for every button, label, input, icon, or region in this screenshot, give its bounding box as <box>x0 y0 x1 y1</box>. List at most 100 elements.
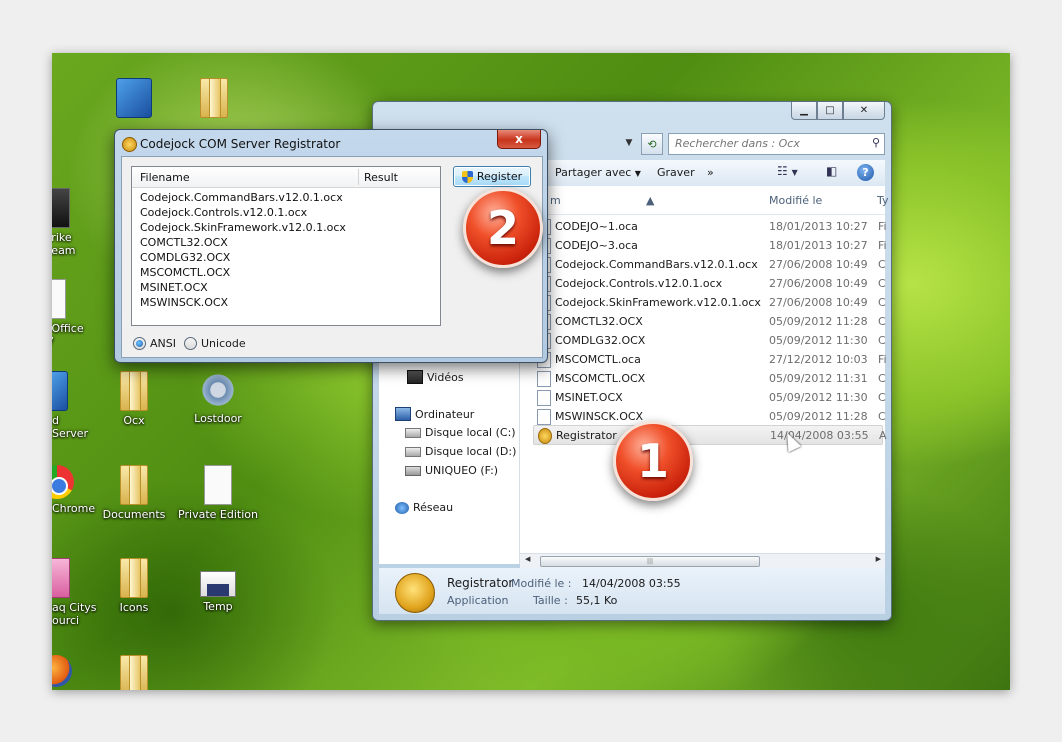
document-icon <box>204 465 232 505</box>
desktop-icon-office[interactable]: ft Office 07 <box>52 279 92 348</box>
listview-item[interactable]: COMCTL32.OCX <box>140 236 228 249</box>
file-row[interactable]: MSCOMCTL.oca 27/12/2012 10:03 Fi <box>533 350 887 368</box>
file-name: CODEJO~1.oca <box>555 220 638 233</box>
nav-item-usb[interactable]: UNIQUEO (F:) <box>405 464 498 477</box>
scroll-left-icon[interactable]: ◀ <box>525 555 530 563</box>
nav-item-network[interactable]: Réseau <box>395 501 453 514</box>
refresh-button[interactable]: ⟲ <box>641 133 663 155</box>
desktop-icon-game[interactable]: aq Citys ourci <box>52 558 97 627</box>
desktop-icon-private-edition[interactable]: Private Edition <box>178 465 258 521</box>
nav-item-disk-c[interactable]: Disque local (C:) <box>405 426 516 439</box>
burn-button[interactable]: Graver <box>657 166 695 179</box>
radio-label: Unicode <box>201 337 246 350</box>
close-icon: x <box>515 132 523 146</box>
desktop-icon-server[interactable]: d Server <box>52 371 92 440</box>
desktop-icon-label: aq Citys ourci <box>52 601 97 627</box>
desktop-icon-steam[interactable]: Strike Steam <box>52 188 92 257</box>
radio-ansi[interactable]: ANSI <box>133 337 176 350</box>
radio-unicode[interactable]: Unicode <box>184 337 246 350</box>
file-date: 05/09/2012 11:28 <box>769 410 868 423</box>
nav-item-computer[interactable]: Ordinateur <box>395 407 474 421</box>
file-row-registrator[interactable]: Registrator 14/04/2008 03:55 A <box>533 425 887 445</box>
nav-item-label: Disque local (D:) <box>425 445 517 458</box>
horizontal-scrollbar[interactable]: ◀ ||| ▶ <box>520 553 885 568</box>
listview-header: Filename Result <box>132 167 440 188</box>
listview-item[interactable]: MSINET.OCX <box>140 281 208 294</box>
desktop-icon-folder-bottom[interactable] <box>94 655 174 690</box>
scrollbar-thumb[interactable]: ||| <box>540 556 760 567</box>
column-header-result[interactable]: Result <box>364 171 398 184</box>
desktop-icon-chrome[interactable]: Chrome <box>52 465 95 515</box>
listview-item[interactable]: Codejock.SkinFramework.v12.0.1.ocx <box>140 221 346 234</box>
desktop-icon-folder-top[interactable] <box>174 78 254 121</box>
file-type: Fi <box>878 353 887 366</box>
desktop-icon-icons[interactable]: Icons <box>94 558 174 614</box>
desktop-icon-label: Temp <box>203 600 233 613</box>
column-header-filename[interactable]: Filename <box>140 171 190 184</box>
file-row[interactable]: COMCTL32.OCX 05/09/2012 11:28 C <box>533 312 886 330</box>
file-row[interactable]: CODEJO~3.oca 18/01/2013 10:27 Fi <box>533 236 887 254</box>
desktop-icon-firefox[interactable] <box>52 655 92 690</box>
help-icon: ? <box>862 166 869 179</box>
listview-item[interactable]: MSWINSCK.OCX <box>140 296 228 309</box>
dialog-close-button[interactable]: x <box>497 130 541 149</box>
file-name: Registrator <box>556 429 617 442</box>
file-row[interactable]: MSINET.OCX 05/09/2012 11:30 C <box>533 388 886 406</box>
listview-item[interactable]: Codejock.Controls.v12.0.1.ocx <box>140 206 307 219</box>
minimize-button[interactable]: ▁ <box>791 102 817 120</box>
view-list-icon: ☷ <box>777 164 788 178</box>
file-date: 05/09/2012 11:28 <box>769 315 868 328</box>
file-row[interactable]: Codejock.Controls.v12.0.1.ocx 27/06/2008 … <box>533 274 886 292</box>
nav-item-videos[interactable]: Vidéos <box>407 370 464 384</box>
details-file-kind: Application <box>447 594 509 607</box>
file-row[interactable]: Codejock.CommandBars.v12.0.1.ocx 27/06/20… <box>533 255 886 273</box>
search-icon[interactable]: ⚲ <box>872 136 880 149</box>
column-divider[interactable] <box>358 169 359 185</box>
more-commands-button[interactable]: » <box>707 166 714 179</box>
file-row[interactable]: COMDLG32.OCX 05/09/2012 11:30 C <box>533 331 886 349</box>
desktop-icon-documents[interactable]: Documents <box>94 465 174 521</box>
file-type: Fi <box>878 220 887 233</box>
share-with-menu[interactable]: Partager avec ▼ <box>555 166 641 179</box>
file-row[interactable]: Codejock.SkinFramework.v12.0.1.ocx 27/06/… <box>533 293 886 311</box>
listview-item[interactable]: COMDLG32.OCX <box>140 251 230 264</box>
file-name: Codejock.SkinFramework.v12.0.1.ocx <box>555 296 761 309</box>
file-name: MSWINSCK.OCX <box>555 410 644 423</box>
details-modified-label: Modifié le : <box>511 577 572 590</box>
desktop-icon-label: Ocx <box>123 414 145 427</box>
close-button[interactable]: ✕ <box>843 102 885 120</box>
column-header-type[interactable]: Ty <box>877 194 889 207</box>
maximize-button[interactable]: □ <box>817 102 843 120</box>
file-type: A <box>879 429 887 442</box>
desktop-icon-ocx[interactable]: Ocx <box>94 371 174 427</box>
desktop-icon-lostdoor[interactable]: Lostdoor <box>178 371 258 425</box>
search-input[interactable] <box>669 134 866 152</box>
files-listview[interactable]: Filename Result Codejock.CommandBars.v12… <box>131 166 441 326</box>
server-icon <box>52 371 68 411</box>
help-button[interactable]: ? <box>857 164 874 181</box>
dialog-title: Codejock COM Server Registrator <box>140 137 341 151</box>
scroll-right-icon[interactable]: ▶ <box>876 555 881 563</box>
column-header-name[interactable]: m <box>550 194 561 207</box>
file-date: 27/12/2012 10:03 <box>769 353 868 366</box>
register-button[interactable]: Register <box>453 166 531 187</box>
desktop-icon-top-shortcut[interactable] <box>94 78 174 121</box>
preview-pane-button[interactable]: ◧ <box>826 164 837 178</box>
radio-unselected-icon <box>184 337 197 350</box>
nav-item-label: Réseau <box>413 501 454 514</box>
sort-up-icon: ▲ <box>646 194 655 207</box>
listview-item[interactable]: MSCOMCTL.OCX <box>140 266 230 279</box>
column-header-modified[interactable]: Modifié le <box>769 194 822 207</box>
file-row[interactable]: MSCOMCTL.OCX 05/09/2012 11:31 C <box>533 369 886 387</box>
nav-item-disk-d[interactable]: Disque local (D:) <box>405 445 516 458</box>
desktop-icon-temp[interactable]: Temp <box>178 571 258 613</box>
file-row[interactable]: MSWINSCK.OCX 05/09/2012 11:28 C <box>533 407 886 425</box>
address-dropdown-button[interactable]: ▼ <box>621 134 637 152</box>
details-modified-value: 14/04/2008 03:55 <box>582 577 681 590</box>
listview-item[interactable]: Codejock.CommandBars.v12.0.1.ocx <box>140 191 343 204</box>
file-date: 27/06/2008 10:49 <box>769 277 868 290</box>
videos-icon <box>407 370 423 384</box>
change-view-button[interactable]: ☷ ▼ <box>777 164 798 178</box>
desktop-icon-label: ft Office 07 <box>52 322 84 348</box>
file-row[interactable]: CODEJO~1.oca 18/01/2013 10:27 Fi <box>533 217 887 235</box>
